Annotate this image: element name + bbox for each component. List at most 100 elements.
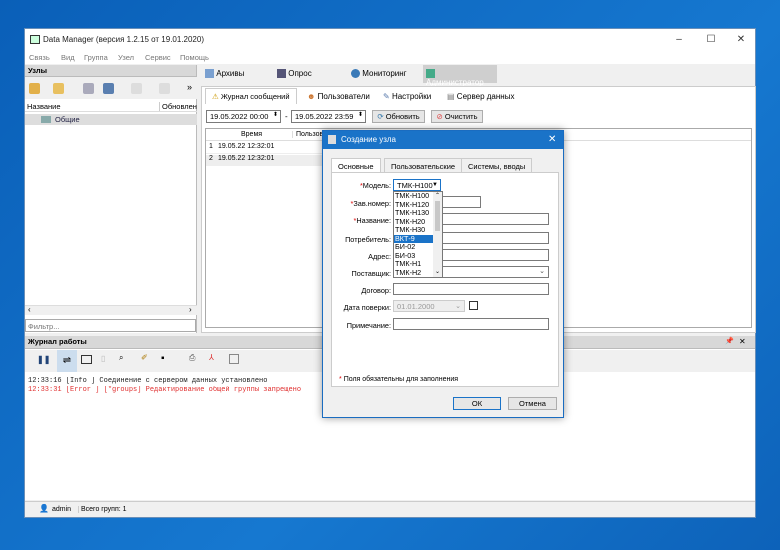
maximize-button[interactable]: ☐ [697,32,725,48]
dialog-icon [328,135,336,144]
nodes-panel-title: Узлы [25,65,196,77]
dialog-close-button[interactable]: ✕ [548,134,556,145]
verify-date-checkbox[interactable] [469,301,478,310]
menu-bar: Связь Вид Группа Узел Сервис Помощь [25,51,755,64]
dialog-title-bar: Создание узла ✕ [323,131,563,149]
dropdown-scrollbar[interactable]: ⌃ ⌄ [433,192,442,277]
contract-input[interactable] [393,283,549,295]
menu-gruppa[interactable]: Группа [84,53,108,62]
print-icon[interactable]: ⎙ [189,353,195,363]
main-tabs: Архивы Опрос Мониторинг Администратор [201,65,756,87]
scroll-right-icon[interactable]: › [189,305,192,314]
refresh-icon: ⟳ [377,112,384,121]
sub-tabs: ⚠ Журнал сообщений ☻ Пользователи ✎ Наст… [205,88,753,104]
dialog-tabs: Основные Пользовательские Системы, вводы [331,157,559,174]
pin-icon[interactable]: 📌 [725,337,734,345]
verify-date-input[interactable]: 01.01.2000 ⌄ [393,300,465,312]
add-group-icon[interactable] [53,83,64,94]
log-line: 12:33:16 [Info ] Соединение с сервером д… [28,377,268,385]
create-node-dialog: Создание узла ✕ Основные Пользовательски… [322,130,564,418]
tab-archives[interactable]: Архивы [205,69,244,79]
app-icon [30,35,40,44]
more-tools[interactable]: » [187,82,192,92]
clear-button[interactable]: ⊘ Очистить [431,110,483,123]
table-row[interactable]: 2 19.05.22 12:32:01 [206,155,326,166]
model-dropdown-list: ТМК-Н100 ТМК-Н120 ТМК-Н130 ТМК-Н20 ТМК-Н… [393,191,443,278]
nodes-panel: Узлы » Название Обновлен Общие ‹ › [25,65,197,333]
scroll-left-icon[interactable]: ‹ [28,305,31,314]
subtab-users[interactable]: ☻ Пользователи [307,92,370,101]
nodes-toolbar: » [25,77,197,99]
subtab-settings[interactable]: ✎ Настройки [383,92,431,101]
edit-node-icon[interactable] [83,83,94,94]
log-line-error: 12:33:31 [Error ] [*groups] Редактирован… [28,386,302,394]
tree-item-label: Общие [55,115,80,124]
menu-uzel[interactable]: Узел [118,53,134,62]
add-node-icon[interactable] [103,83,114,94]
export-icon[interactable] [229,354,239,364]
date-from-input[interactable]: 19.05.2022 00:00 [206,110,281,123]
date-to-input[interactable]: 19.05.2022 23:59 [291,110,366,123]
h-scrollbar[interactable]: ‹ › [25,305,197,315]
status-bar: 👤 admin Всего групп: 1 [25,501,755,517]
wrap-icon[interactable]: ⇌ [57,350,77,372]
tab-poll[interactable]: Опрос [277,69,312,79]
label-model: *Модель: [359,181,391,190]
tree-item-general[interactable]: Общие [25,114,197,125]
clear-broom-icon[interactable]: ✐ [141,353,148,362]
label-serial: *Зав.номер: [350,199,391,208]
title-bar: Data Manager (версия 1.2.15 от 19.01.202… [25,29,755,51]
label-address: Адрес: [368,252,391,261]
table-row[interactable]: 1 19.05.22 12:32:01 [206,143,326,154]
page-icon[interactable]: ▯ [101,354,105,363]
dialog-title: Создание узла [341,135,396,144]
menu-vid[interactable]: Вид [61,53,75,62]
status-groups: Всего групп: 1 [78,506,127,513]
menu-servis[interactable]: Сервис [145,53,171,62]
cancel-button[interactable]: Отмена [508,397,557,410]
col-updated[interactable]: Обновлен [159,102,197,111]
copy-icon[interactable] [131,83,142,94]
filter-input[interactable]: Фильтр... [25,319,196,332]
nodes-header: Название Обновлен [25,101,197,112]
scroll-thumb [435,201,440,231]
label-supplier: Поставщик: [351,269,391,278]
date-to-spinner[interactable]: ⬍ [358,111,363,118]
delete-icon[interactable] [159,83,170,94]
refresh-button[interactable]: ⟳ Обновить [372,110,425,123]
save-icon[interactable]: ▪ [161,353,165,364]
menu-svyaz[interactable]: Связь [29,53,50,62]
folder-icon [41,116,51,123]
minimize-button[interactable]: – [665,32,693,48]
ok-button[interactable]: ОК [453,397,501,410]
scroll-up-icon: ⌃ [435,193,441,199]
pdf-icon[interactable]: ⅄ [209,353,214,362]
window-title: Data Manager (версия 1.2.15 от 19.01.202… [43,35,204,44]
search-icon[interactable]: ⌕ [119,353,123,363]
required-note: * Поля обязательны для заполнения [339,376,459,383]
date-dash: - [285,112,288,121]
label-note: Примечание: [346,321,391,330]
label-verify-date: Дата поверки: [343,303,391,312]
label-consumer: Потребитель: [345,235,391,244]
subtab-data-server[interactable]: ▤ Сервер данных [447,92,514,101]
label-contract: Договор: [361,286,391,295]
open-folder-icon[interactable] [29,83,40,94]
close-log-icon[interactable]: ✕ [739,337,746,346]
col-name[interactable]: Название [27,102,61,111]
scroll-down-icon: ⌄ [435,269,441,275]
clear-icon: ⊘ [436,112,443,121]
note-input[interactable] [393,318,549,330]
close-button[interactable]: ✕ [727,32,755,48]
label-name: *Название: [353,216,391,225]
date-from-spinner[interactable]: ⬍ [273,111,278,118]
subtab-message-log[interactable]: ⚠ Журнал сообщений [205,88,297,104]
col-time[interactable]: Время [241,131,262,138]
user-icon: 👤 [39,504,49,513]
window-icon[interactable] [81,355,92,364]
pause-icon[interactable]: ❚❚ [37,355,50,364]
model-select[interactable]: ТМК-Н100 ▼ [393,179,441,191]
tab-administrator[interactable]: Администратор [423,65,497,87]
tab-monitoring[interactable]: Мониторинг [351,69,407,79]
menu-help[interactable]: Помощь [180,53,209,62]
